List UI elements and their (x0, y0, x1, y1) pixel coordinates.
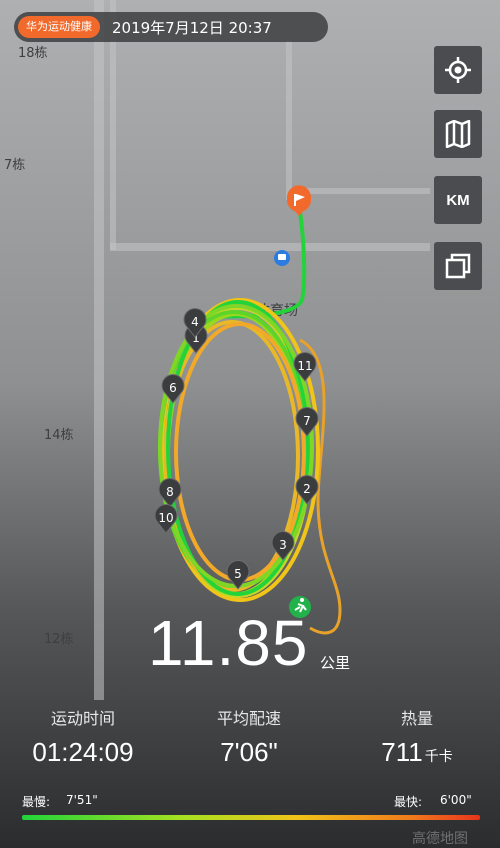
locate-icon (445, 57, 471, 83)
copy-button[interactable] (434, 242, 482, 290)
km-marker-label: 5 (234, 567, 242, 581)
map-layer-button[interactable] (434, 110, 482, 158)
stat-value: 7'06" (220, 737, 278, 767)
km-marker-8: 8 (158, 478, 182, 508)
km-marker-label: 8 (166, 485, 174, 499)
map-brand-label: 高德地图 (412, 831, 468, 847)
workout-datetime: 2019年7月12日 20:37 (112, 18, 272, 37)
unit-toggle-button[interactable]: KM (434, 176, 482, 224)
km-marker-label: 2 (303, 482, 311, 496)
km-marker-label: 10 (158, 511, 173, 525)
stat-value-row: 711 千卡 (334, 737, 500, 768)
km-marker-label: 3 (279, 538, 287, 552)
stat-label: 运动时间 (50, 709, 115, 728)
pace-legend: 最慢: 7'51" 最快: 6'00" (22, 793, 480, 823)
km-marker-label: 6 (169, 381, 177, 395)
finish-flag-icon (287, 185, 312, 216)
map-layer-icon (445, 120, 471, 148)
km-marker-label: 11 (297, 359, 312, 373)
copy-icon (445, 253, 471, 279)
stat-label: 热量 (400, 709, 433, 728)
km-marker-label: 7 (303, 414, 311, 428)
slowest-pace-label: 最慢: (22, 795, 51, 809)
header-bar: 华为运动健康 2019年7月12日 20:37 (14, 12, 328, 42)
stat-unit: 千卡 (424, 748, 453, 764)
app-badge: 华为运动健康 (18, 16, 100, 38)
stat-label: 平均配速 (216, 709, 281, 728)
fastest-pace-value: 6'00" (440, 793, 472, 807)
stat-average-pace: 平均配速 7'06" (166, 705, 332, 768)
stat-duration: 运动时间 01:24:09 (0, 705, 166, 768)
stadium-icon (274, 250, 290, 266)
slowest-pace-value: 7'51" (66, 793, 98, 807)
distance-value: 11.85 (148, 607, 309, 679)
unit-label: KM (446, 191, 470, 209)
stat-value: 01:24:09 (32, 737, 134, 767)
stat-value: 711 (381, 737, 423, 767)
locate-button[interactable] (434, 46, 482, 94)
stat-calories: 热量 711 千卡 (334, 705, 500, 768)
km-marker-7: 7 (295, 407, 319, 437)
distance-unit: 公里 (320, 654, 351, 672)
fastest-pace-label: 最快: (394, 795, 423, 809)
km-marker-label: 4 (191, 315, 199, 329)
pace-gradient-bar (22, 815, 480, 820)
